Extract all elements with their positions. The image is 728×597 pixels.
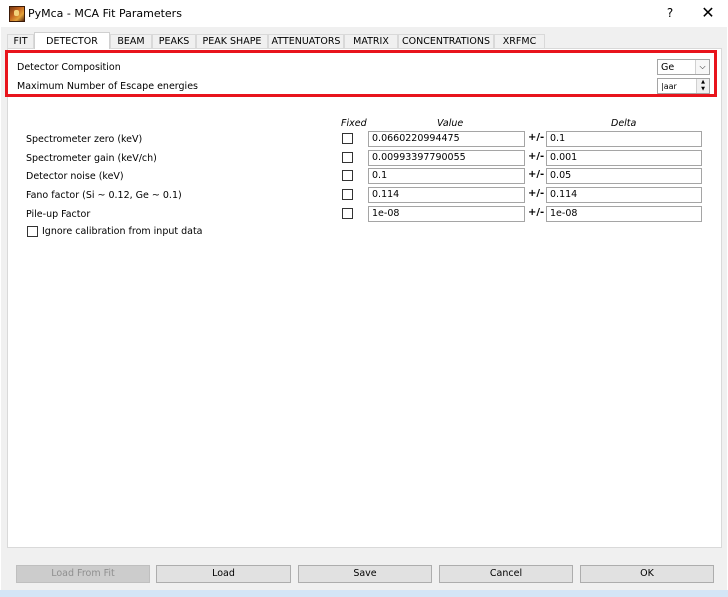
load-button[interactable]: Load [156, 565, 291, 583]
delta-field-spectrometer-zero[interactable]: 0.1 [546, 131, 702, 147]
value-field-spectrometer-zero[interactable]: 0.0660220994475 [368, 131, 525, 147]
tab-peaks[interactable]: PEAKS [152, 34, 196, 48]
cancel-button[interactable]: Cancel [439, 565, 573, 583]
plus-minus-separator: +/- [528, 132, 545, 143]
window-title: PyMca - MCA Fit Parameters [28, 7, 182, 20]
plus-minus-separator: +/- [528, 207, 545, 218]
delta-field-pile-up-factor[interactable]: 1e-08 [546, 206, 702, 222]
close-button[interactable]: ✕ [696, 2, 720, 24]
delta-column-header: Delta [611, 118, 637, 129]
tab-matrix[interactable]: MATRIX [344, 34, 398, 48]
fixed-checkbox-pile-up-factor[interactable] [342, 208, 353, 219]
value-field-pile-up-factor[interactable]: 1e-08 [368, 206, 525, 222]
value-column-header: Value [437, 118, 464, 129]
ignore-calibration-checkbox[interactable] [27, 226, 38, 237]
delta-field-fano-factor[interactable]: 0.114 [546, 187, 702, 203]
fixed-checkbox-fano-factor[interactable] [342, 189, 353, 200]
fixed-checkbox-spectrometer-gain[interactable] [342, 152, 353, 163]
parameter-label-spectrometer-zero: Spectrometer zero (keV) [26, 134, 143, 145]
delta-field-detector-noise[interactable]: 0.05 [546, 168, 702, 184]
value-field-detector-noise[interactable]: 0.1 [368, 168, 525, 184]
tab-detector[interactable]: DETECTOR [34, 32, 110, 49]
highlight-rectangle [5, 50, 717, 97]
taskbar-strip [0, 590, 728, 597]
fixed-column-header: Fixed [341, 118, 367, 129]
value-field-spectrometer-gain[interactable]: 0.00993397790055 [368, 150, 525, 166]
tab-bar: FIT DETECTOR BEAM PEAKS PEAK SHAPE ATTEN… [7, 32, 723, 49]
tab-attenuators[interactable]: ATTENUATORS [268, 34, 344, 48]
ok-button[interactable]: OK [580, 565, 714, 583]
parameter-label-fano-factor: Fano factor (Si ~ 0.12, Ge ~ 0.1) [26, 190, 182, 201]
tab-fit[interactable]: FIT [7, 34, 34, 48]
delta-field-spectrometer-gain[interactable]: 0.001 [546, 150, 702, 166]
plus-minus-separator: +/- [528, 151, 545, 162]
plus-minus-separator: +/- [528, 188, 545, 199]
tab-xrfmc[interactable]: XRFMC [494, 34, 545, 48]
tab-beam[interactable]: BEAM [110, 34, 152, 48]
parameter-label-spectrometer-gain: Spectrometer gain (keV/ch) [26, 153, 157, 164]
load-from-fit-button[interactable]: Load From Fit [16, 565, 150, 583]
fixed-checkbox-spectrometer-zero[interactable] [342, 133, 353, 144]
fixed-checkbox-detector-noise[interactable] [342, 170, 353, 181]
tab-concentrations[interactable]: CONCENTRATIONS [398, 34, 494, 48]
help-button[interactable]: ? [661, 4, 679, 22]
plus-minus-separator: +/- [528, 169, 545, 180]
value-field-fano-factor[interactable]: 0.114 [368, 187, 525, 203]
tab-peak-shape[interactable]: PEAK SHAPE [196, 34, 268, 48]
parameter-label-pile-up-factor: Pile-up Factor [26, 209, 91, 220]
parameter-label-detector-noise: Detector noise (keV) [26, 171, 124, 182]
ignore-calibration-label: Ignore calibration from input data [42, 226, 203, 237]
pymca-app-icon [9, 6, 25, 22]
save-button[interactable]: Save [298, 565, 432, 583]
